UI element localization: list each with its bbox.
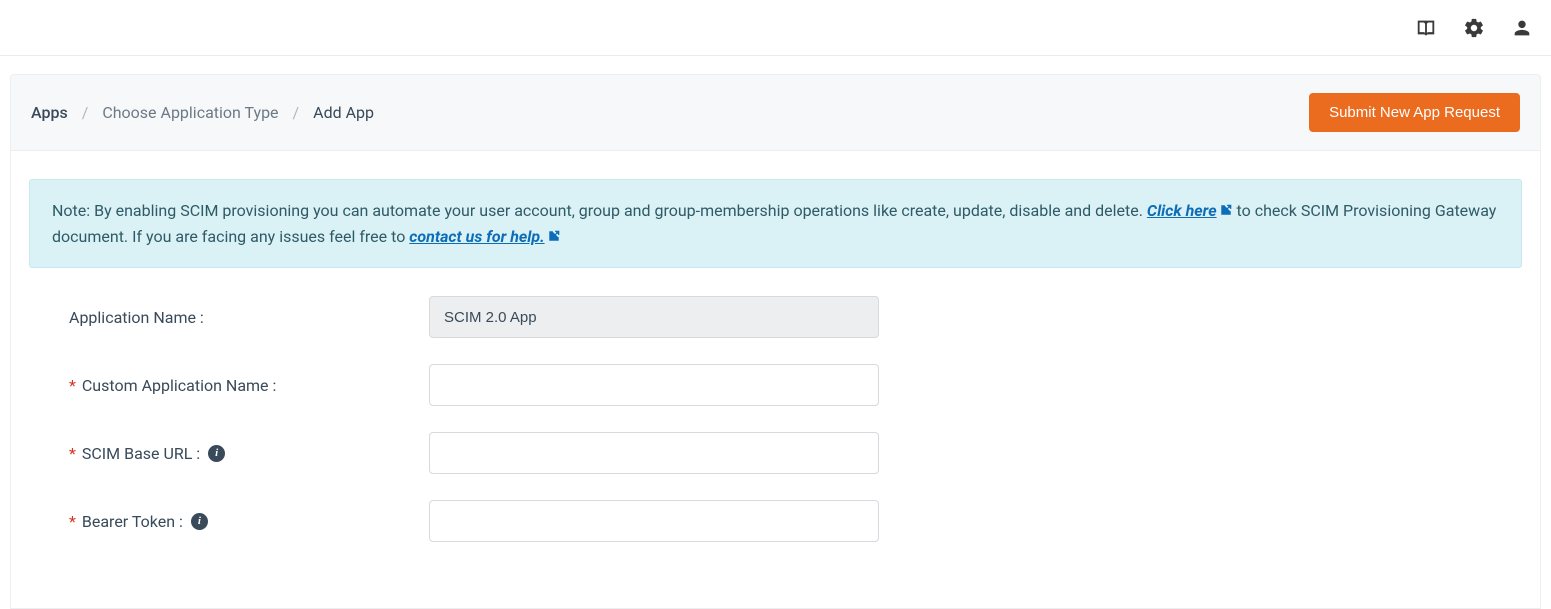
gear-icon[interactable] — [1463, 17, 1485, 39]
breadcrumb-choose-type[interactable]: Choose Application Type — [102, 103, 278, 122]
scim-base-url-label: * SCIM Base URL : i — [69, 444, 429, 463]
external-link-icon — [547, 229, 561, 243]
breadcrumb-apps[interactable]: Apps — [31, 103, 68, 122]
contact-us-link[interactable]: contact us for help. — [409, 227, 560, 246]
scim-base-url-input[interactable] — [429, 432, 879, 474]
info-icon[interactable]: i — [191, 513, 208, 530]
info-note: Note: By enabling SCIM provisioning you … — [29, 179, 1522, 268]
click-here-link[interactable]: Click here — [1147, 201, 1233, 220]
breadcrumb-sep: / — [82, 103, 89, 122]
custom-app-name-input[interactable] — [429, 364, 879, 406]
application-name-input — [429, 296, 879, 338]
note-text-1: Note: By enabling SCIM provisioning you … — [52, 201, 1147, 220]
bearer-token-input[interactable] — [429, 500, 879, 542]
custom-app-name-label: *Custom Application Name : — [69, 376, 429, 395]
user-icon[interactable] — [1511, 17, 1533, 39]
required-marker: * — [69, 376, 76, 395]
breadcrumb: Apps / Choose Application Type / Add App — [31, 103, 374, 122]
required-marker: * — [69, 444, 76, 463]
page-header: Apps / Choose Application Type / Add App… — [10, 74, 1541, 151]
application-name-label: Application Name : — [69, 308, 429, 327]
submit-new-app-button[interactable]: Submit New App Request — [1309, 93, 1520, 132]
info-icon[interactable]: i — [208, 445, 225, 462]
required-marker: * — [69, 512, 76, 531]
bearer-token-label: * Bearer Token : i — [69, 512, 429, 531]
breadcrumb-sep: / — [293, 103, 300, 122]
breadcrumb-current: Add App — [313, 103, 374, 122]
book-icon[interactable] — [1415, 17, 1437, 39]
external-link-icon — [1219, 203, 1233, 217]
